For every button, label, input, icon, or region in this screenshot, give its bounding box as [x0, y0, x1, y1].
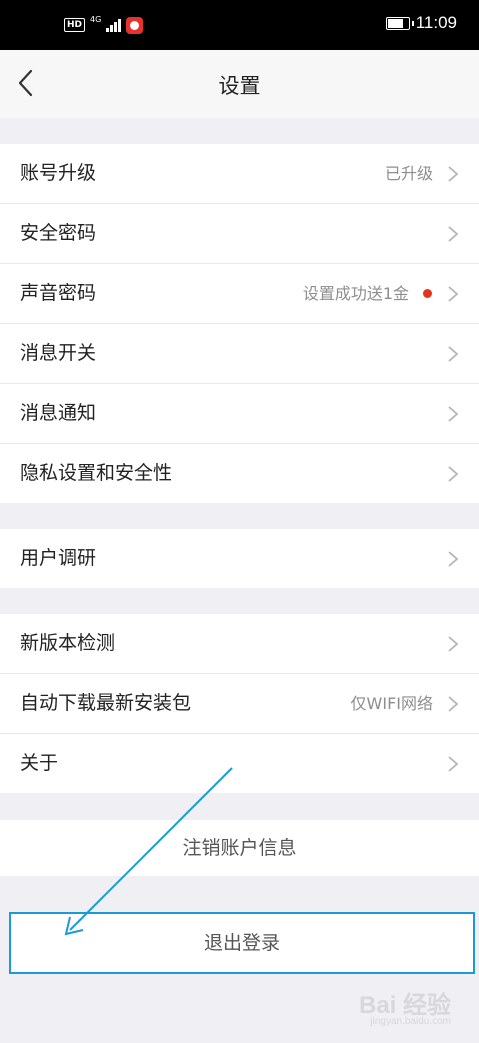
setting-value: 已升级 — [384, 164, 433, 183]
chevron-right-icon — [448, 466, 459, 482]
setting-label: 关于 — [20, 752, 59, 774]
watermark-sub: jingyan.baidu.com — [370, 1016, 451, 1027]
setting-value: 仅WIFI网络 — [350, 694, 433, 713]
setting-privacy-security[interactable]: 隐私设置和安全性 — [0, 444, 479, 503]
setting-version-check[interactable]: 新版本检测 — [0, 614, 479, 674]
chevron-right-icon — [448, 286, 459, 302]
chevron-right-icon — [448, 551, 459, 567]
setting-label: 声音密码 — [20, 282, 97, 304]
battery-icon — [385, 16, 414, 30]
hd-indicator: HD — [64, 18, 86, 32]
chevron-right-icon — [448, 226, 459, 242]
setting-security-password[interactable]: 安全密码 — [0, 204, 479, 264]
setting-auto-download[interactable]: 自动下载最新安装包 仅WIFI网络 — [0, 674, 479, 734]
chevron-right-icon — [448, 696, 459, 712]
setting-user-research[interactable]: 用户调研 — [0, 529, 479, 588]
deregister-button[interactable]: 注销账户信息 — [0, 820, 479, 876]
app-notification-icon — [125, 16, 143, 34]
page-title: 设置 — [218, 74, 261, 98]
settings-group-app: 新版本检测 自动下载最新安装包 仅WIFI网络 关于 — [0, 614, 479, 793]
setting-label: 自动下载最新安装包 — [20, 692, 192, 714]
setting-message-switch[interactable]: 消息开关 — [0, 324, 479, 384]
setting-label: 隐私设置和安全性 — [20, 462, 173, 484]
setting-label: 账号升级 — [20, 162, 97, 184]
setting-account-upgrade[interactable]: 账号升级 已升级 — [0, 144, 479, 204]
chevron-right-icon — [448, 346, 459, 362]
setting-message-notification[interactable]: 消息通知 — [0, 384, 479, 444]
settings-group-account: 账号升级 已升级 安全密码 声音密码 设置成功送1金 消息开关 消息通知 隐私设… — [0, 144, 479, 503]
red-dot-badge — [423, 289, 432, 298]
setting-label: 新版本检测 — [20, 632, 116, 654]
status-bar: HD 4G 11:09 — [0, 0, 479, 50]
setting-about[interactable]: 关于 — [0, 734, 479, 793]
chevron-right-icon — [448, 406, 459, 422]
setting-label: 消息开关 — [20, 342, 97, 364]
watermark-main: Bai 经验 — [358, 992, 451, 1019]
signal-icon — [106, 18, 121, 32]
chevron-right-icon — [448, 756, 459, 772]
setting-label: 用户调研 — [20, 547, 97, 569]
baidu-watermark: Bai 经验 jingyan.baidu.com — [359, 985, 451, 1027]
status-left: HD 4G — [64, 14, 143, 36]
nav-header: 设置 — [0, 50, 479, 118]
setting-voice-password[interactable]: 声音密码 设置成功送1金 — [0, 264, 479, 324]
status-time: 11:09 — [415, 13, 457, 32]
network-type: 4G — [90, 15, 102, 24]
settings-group-research: 用户调研 — [0, 529, 479, 588]
logout-button[interactable]: 退出登录 — [9, 912, 475, 974]
status-right: 11:09 — [385, 13, 457, 33]
setting-label: 消息通知 — [20, 402, 97, 424]
chevron-right-icon — [448, 166, 459, 182]
setting-label: 安全密码 — [20, 222, 97, 244]
chevron-right-icon — [448, 636, 459, 652]
setting-value: 设置成功送1金 — [302, 284, 409, 303]
